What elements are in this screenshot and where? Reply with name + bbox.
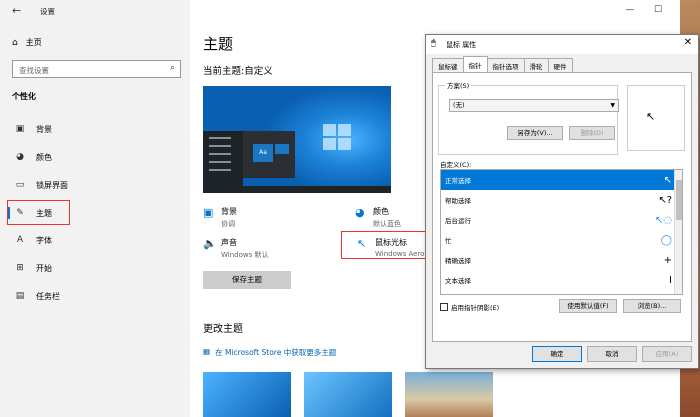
- scheme-select[interactable]: (无) ▼: [449, 99, 619, 112]
- scheme-group: 方案(S) (无) ▼ 另存为(V)... 删除(D): [438, 80, 619, 155]
- ok-button[interactable]: 确定: [532, 346, 582, 362]
- list-item[interactable]: 文本选择 I: [441, 270, 682, 290]
- list-item[interactable]: 精确选择 +: [441, 250, 682, 270]
- highlight-box-themes: [7, 200, 70, 225]
- search-icon: ⌕: [169, 63, 175, 73]
- cursor-preview: ↖: [627, 85, 685, 151]
- sidebar-item-start[interactable]: ⊞ 开始: [0, 257, 190, 279]
- sidebar-item-background[interactable]: ▣ 背景: [0, 118, 190, 140]
- preview-tile: Aa: [253, 144, 273, 162]
- windows-logo: [323, 124, 353, 152]
- page-title: 主题: [203, 35, 234, 53]
- sidebar-item-colors[interactable]: ◕ 颜色: [0, 146, 190, 168]
- list-item[interactable]: 后台运行 ↖◌: [441, 210, 682, 230]
- search-placeholder: 查找设置: [19, 66, 49, 75]
- list-item[interactable]: 忙 ◯: [441, 230, 682, 250]
- sidebar-home[interactable]: ⌂ 主页: [12, 37, 42, 48]
- preview-taskbar: [203, 186, 391, 193]
- section-heading: 个性化: [12, 92, 36, 101]
- picture-icon: ▣: [15, 124, 25, 134]
- cursor-list[interactable]: 正常选择 ↖ 帮助选择 ↖? 后台运行 ↖◌ 忙 ◯ 精确选择 + 文本选择 I: [440, 169, 683, 295]
- tab-wheel[interactable]: 滑轮: [523, 58, 549, 72]
- store-link[interactable]: ▦ 在 Microsoft Store 中获取更多主题: [203, 347, 336, 358]
- start-icon: ⊞: [16, 263, 24, 273]
- sidebar-item-fonts[interactable]: A 字体: [0, 229, 190, 251]
- tab-pointers[interactable]: 指针: [462, 56, 488, 72]
- title-bar: ← 设置 — ☐ ✕: [0, 0, 700, 22]
- picture-icon: ▣: [203, 206, 214, 219]
- text-cursor-icon: I: [669, 274, 672, 286]
- theme-thumbnail-3[interactable]: [405, 372, 493, 417]
- list-scrollbar[interactable]: [674, 170, 682, 294]
- working-cursor-icon: ↖◌: [654, 214, 672, 226]
- maximize-icon[interactable]: ☐: [644, 0, 672, 22]
- search-input[interactable]: 查找设置 ⌕: [12, 60, 181, 78]
- minimize-icon[interactable]: —: [616, 0, 644, 22]
- tab-buttons[interactable]: 鼠标键: [432, 58, 464, 72]
- sidebar-item-taskbar[interactable]: ▤ 任务栏: [0, 285, 190, 307]
- preview-tile-small: [275, 144, 289, 154]
- option-sound[interactable]: 🔈 声音 Windows 默认: [203, 237, 268, 260]
- close-icon[interactable]: ✕: [684, 37, 692, 48]
- preview-start-menu: [203, 131, 243, 193]
- delete-button[interactable]: 删除(D): [569, 126, 615, 140]
- chevron-down-icon: ▼: [610, 102, 615, 109]
- dialog-title-bar: 🖱 鼠标 属性 ✕: [426, 35, 698, 54]
- help-cursor-icon: ↖?: [658, 194, 672, 206]
- crosshair-cursor-icon: +: [663, 254, 672, 266]
- dialog-tabs: 鼠标键 指针 指针选项 滑轮 硬件: [432, 56, 573, 72]
- theme-thumbnail-1[interactable]: [203, 372, 291, 417]
- list-item[interactable]: 帮助选择 ↖?: [441, 190, 682, 210]
- mouse-icon: 🖱: [431, 38, 436, 47]
- list-item[interactable]: 正常选择 ↖: [441, 170, 682, 190]
- use-default-button[interactable]: 使用默认值(F): [559, 299, 617, 313]
- save-theme-button[interactable]: 保存主题: [203, 271, 291, 289]
- theme-preview: Aa: [203, 86, 391, 193]
- theme-thumbnail-2[interactable]: [304, 372, 392, 417]
- save-as-button[interactable]: 另存为(V)...: [507, 126, 563, 140]
- app-title: 设置: [40, 7, 55, 16]
- home-icon: ⌂: [12, 37, 18, 48]
- store-icon: ▦: [203, 347, 211, 356]
- tab-hardware[interactable]: 硬件: [547, 58, 573, 72]
- palette-icon: ◕: [16, 152, 24, 162]
- pointers-panel: 方案(S) (无) ▼ 另存为(V)... 删除(D) ↖ 自定义(C): 正常…: [432, 72, 692, 342]
- option-background[interactable]: ▣ 背景 协调: [203, 206, 237, 229]
- apply-button[interactable]: 应用(A): [642, 346, 692, 362]
- sidebar-item-lockscreen[interactable]: ▭ 锁屏界面: [0, 174, 190, 196]
- mouse-properties-dialog: 🖱 鼠标 属性 ✕ 鼠标键 指针 指针选项 滑轮 硬件 方案(S) (无) ▼ …: [425, 34, 699, 369]
- monitor-icon: ▭: [15, 180, 25, 190]
- taskbar-icon: ▤: [15, 291, 25, 301]
- arrow-cursor-icon: ↖: [646, 110, 656, 123]
- cancel-button[interactable]: 取消: [587, 346, 637, 362]
- browse-button[interactable]: 浏览(B)...: [623, 299, 681, 313]
- customize-label: 自定义(C):: [440, 161, 472, 169]
- palette-icon: ◕: [355, 206, 365, 219]
- dialog-title: 鼠标 属性: [446, 41, 477, 49]
- enable-shadow-checkbox[interactable]: 启用指针阴影(E): [440, 302, 499, 312]
- scheme-label: 方案(S): [445, 80, 472, 90]
- back-arrow-icon[interactable]: ←: [12, 4, 21, 17]
- arrow-cursor-icon: ↖: [663, 174, 672, 186]
- font-icon: A: [16, 235, 24, 245]
- speaker-icon: 🔈: [203, 237, 217, 250]
- change-theme-heading: 更改主题: [203, 324, 243, 335]
- option-color[interactable]: ◕ 颜色 默认蓝色: [355, 206, 401, 229]
- current-theme: 当前主题:自定义: [203, 66, 273, 77]
- tab-pointer-options[interactable]: 指针选项: [486, 58, 525, 72]
- busy-cursor-icon: ◯: [660, 234, 672, 246]
- highlight-box-cursor: [341, 231, 437, 259]
